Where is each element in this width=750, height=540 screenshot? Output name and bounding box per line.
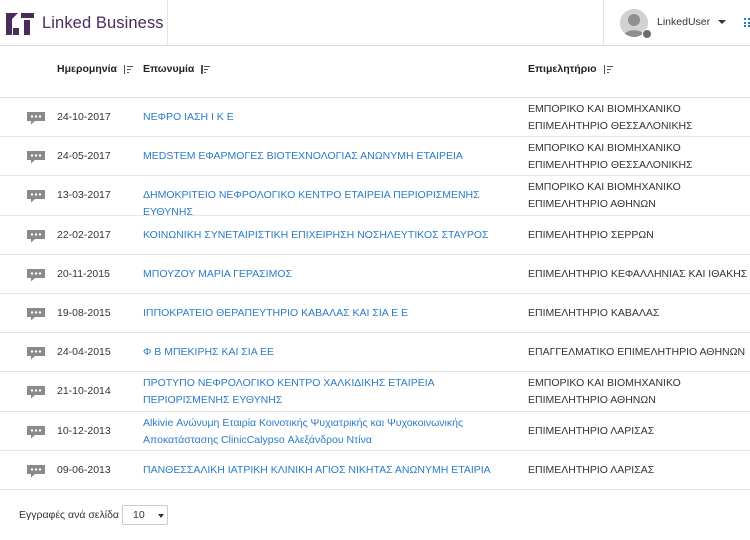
table-row: 10-12-2013 Alkivie Ανώνυμη Εταιρία Κοινοτ…	[0, 412, 750, 451]
comment-icon[interactable]	[26, 425, 46, 439]
user-name: LinkedUser	[657, 16, 711, 28]
row-chamber: ΕΜΠΟΡΙΚΟ ΚΑΙ ΒΙΟΜΗΧΑΝΙΚΟ ΕΠΙΜΕΛΗΤΗΡΙΟ ΑΘ…	[528, 377, 681, 407]
page-size-select[interactable]: 10	[122, 505, 168, 525]
company-name-link[interactable]: ΠΡΟΤΥΠΟ ΝΕΦΡΟΛΟΓΙΚΟ ΚΕΝΤΡΟ ΧΑΛΚΙΔΙΚΗΣ ΕΤ…	[143, 375, 523, 409]
company-name-link[interactable]: Alkivie Ανώνυμη Εταιρία Κοινοτικής Ψυχια…	[143, 415, 523, 449]
row-date: 19-08-2015	[57, 307, 111, 319]
company-name-link[interactable]: ΙΠΠΟΚΡΑΤΕΙΟ ΘΕΡΑΠΕΥΤΗΡΙΟ ΚΑΒΑΛΑΣ ΚΑΙ ΣΙΑ…	[143, 305, 523, 322]
row-date: 24-05-2017	[57, 150, 111, 163]
chevron-down-icon[interactable]	[718, 20, 726, 24]
table-row: 22-02-2017 ΚΟΙΝΩΝΙΚΗ ΣΥΝΕΤΑΙΡΙΣΤΙΚΗ ΕΠΙΧΕ…	[0, 216, 750, 255]
column-header-chamber[interactable]: Επιμελητήριο	[528, 63, 614, 75]
page-size-label: Εγγραφές ανά σελίδα	[19, 509, 119, 521]
top-header: Linked Business LinkedUser	[0, 0, 750, 46]
user-menu[interactable]: LinkedUser	[603, 0, 741, 45]
row-date: 13-03-2017	[57, 189, 111, 202]
grid-icon[interactable]	[744, 18, 750, 27]
row-chamber: ΕΜΠΟΡΙΚΟ ΚΑΙ ΒΙΟΜΗΧΑΝΙΚΟ ΕΠΙΜΕΛΗΤΗΡΙΟ ΘΕ…	[528, 142, 693, 172]
brand-logo-icon	[6, 13, 34, 35]
table-row: 24-10-2017 ΝΕΦΡΟ ΙΑΣΗ Ι Κ Ε ΕΜΠΟΡΙΚΟ ΚΑΙ Β…	[0, 98, 750, 138]
sort-icon[interactable]	[201, 64, 211, 74]
row-chamber: ΕΠΙΜΕΛΗΤΗΡΙΟ ΛΑΡΙΣΑΣ	[528, 424, 655, 437]
company-name-link[interactable]: MEDSTEM ΕΦΑΡΜΟΓΕΣ ΒΙΟΤΕΧΝΟΛΟΓΙΑΣ ΑΝΩΝΥΜΗ…	[143, 148, 523, 165]
brand-name: Linked Business	[42, 14, 164, 32]
page-size-value: 10	[133, 509, 145, 521]
column-header-date[interactable]: Ημερομηνία	[57, 63, 134, 75]
company-name-link[interactable]: ΠΑΝΘΕΣΣΑΛΙΚΗ ΙΑΤΡΙΚΗ ΚΛΙΝΙΚΗ ΑΓΙΟΣ ΝΙΚΗΤ…	[143, 462, 523, 479]
comment-icon[interactable]	[26, 229, 46, 243]
chevron-down-icon	[158, 514, 164, 518]
comment-icon[interactable]	[26, 111, 46, 125]
company-name-link[interactable]: ΚΟΙΝΩΝΙΚΗ ΣΥΝΕΤΑΙΡΙΣΤΙΚΗ ΕΠΙΧΕΙΡΗΣΗ ΝΟΣΗ…	[143, 227, 523, 244]
row-chamber: ΕΠΑΓΓΕΛΜΑΤΙΚΟ ΕΠΙΜΕΛΗΤΗΡΙΟ ΑΘΗΝΩΝ	[528, 346, 746, 359]
sort-icon[interactable]	[123, 64, 134, 74]
row-chamber: ΕΜΠΟΡΙΚΟ ΚΑΙ ΒΙΟΜΗΧΑΝΙΚΟ ΕΠΙΜΕΛΗΤΗΡΙΟ ΑΘ…	[528, 181, 681, 211]
row-chamber: ΕΜΠΟΡΙΚΟ ΚΑΙ ΒΙΟΜΗΧΑΝΙΚΟ ΕΠΙΜΕΛΗΤΗΡΙΟ ΘΕ…	[528, 103, 693, 132]
comment-icon[interactable]	[26, 189, 46, 203]
row-date: 24-10-2017	[57, 111, 111, 123]
row-chamber: ΕΠΙΜΕΛΗΤΗΡΙΟ ΣΕΡΡΩΝ	[528, 228, 654, 241]
row-date: 21-10-2014	[57, 385, 111, 398]
row-date: 22-02-2017	[57, 228, 111, 241]
comment-icon[interactable]	[26, 346, 46, 360]
company-name-link[interactable]: ΜΠΟΥΖΟΥ ΜΑΡΙΑ ΓΕΡΑΣΙΜΟΣ	[143, 266, 523, 283]
table-row: 09-06-2013 ΠΑΝΘΕΣΣΑΛΙΚΗ ΙΑΤΡΙΚΗ ΚΛΙΝΙΚΗ Α…	[0, 451, 750, 490]
comment-icon[interactable]	[26, 385, 46, 399]
table-row: 24-05-2017 MEDSTEM ΕΦΑΡΜΟΓΕΣ ΒΙΟΤΕΧΝΟΛΟΓΙ…	[0, 137, 750, 177]
settings-badge-icon	[642, 29, 652, 39]
comment-icon[interactable]	[26, 150, 46, 164]
table-header: Ημερομηνία Επωνυμία Επιμελητήριο	[0, 46, 750, 98]
comment-icon[interactable]	[26, 307, 46, 321]
row-date: 24-04-2015	[57, 346, 111, 359]
table-row: 13-03-2017 ΔΗΜΟΚΡΙΤΕΙΟ ΝΕΦΡΟΛΟΓΙΚΟ ΚΕΝΤΡΟ…	[0, 176, 750, 218]
table-row: 19-08-2015 ΙΠΠΟΚΡΑΤΕΙΟ ΘΕΡΑΠΕΥΤΗΡΙΟ ΚΑΒΑΛ…	[0, 294, 750, 334]
sort-icon[interactable]	[603, 64, 614, 74]
company-name-link[interactable]: ΝΕΦΡΟ ΙΑΣΗ Ι Κ Ε	[143, 109, 523, 126]
company-name-link[interactable]: Φ Β ΜΠΕΚΙΡΗΣ ΚΑΙ ΣΙΑ ΕΕ	[143, 344, 523, 361]
row-date: 10-12-2013	[57, 424, 111, 437]
row-date: 20-11-2015	[57, 267, 110, 280]
table-row: 20-11-2015 ΜΠΟΥΖΟΥ ΜΑΡΙΑ ΓΕΡΑΣΙΜΟΣ ΕΠΙΜΕΛΗ…	[0, 255, 750, 294]
column-header-name[interactable]: Επωνυμία	[143, 63, 211, 75]
row-date: 09-06-2013	[57, 463, 111, 476]
table-row: 24-04-2015 Φ Β ΜΠΕΚΙΡΗΣ ΚΑΙ ΣΙΑ ΕΕ ΕΠΑΓΓΕΛ…	[0, 333, 750, 373]
comment-icon[interactable]	[26, 268, 46, 282]
comment-icon[interactable]	[26, 464, 46, 478]
row-chamber: ΕΠΙΜΕΛΗΤΗΡΙΟ ΛΑΡΙΣΑΣ	[528, 463, 655, 476]
table-row: 21-10-2014 ΠΡΟΤΥΠΟ ΝΕΦΡΟΛΟΓΙΚΟ ΚΕΝΤΡΟ ΧΑΛ…	[0, 372, 750, 412]
row-chamber: ΕΠΙΜΕΛΗΤΗΡΙΟ ΚΑΒΑΛΑΣ	[528, 307, 660, 319]
brand-home-link[interactable]: Linked Business	[0, 0, 168, 45]
row-chamber: ΕΠΙΜΕΛΗΤΗΡΙΟ ΚΕΦΑΛΛΗΝΙΑΣ ΚΑΙ ΙΘΑΚΗΣ	[528, 267, 748, 280]
